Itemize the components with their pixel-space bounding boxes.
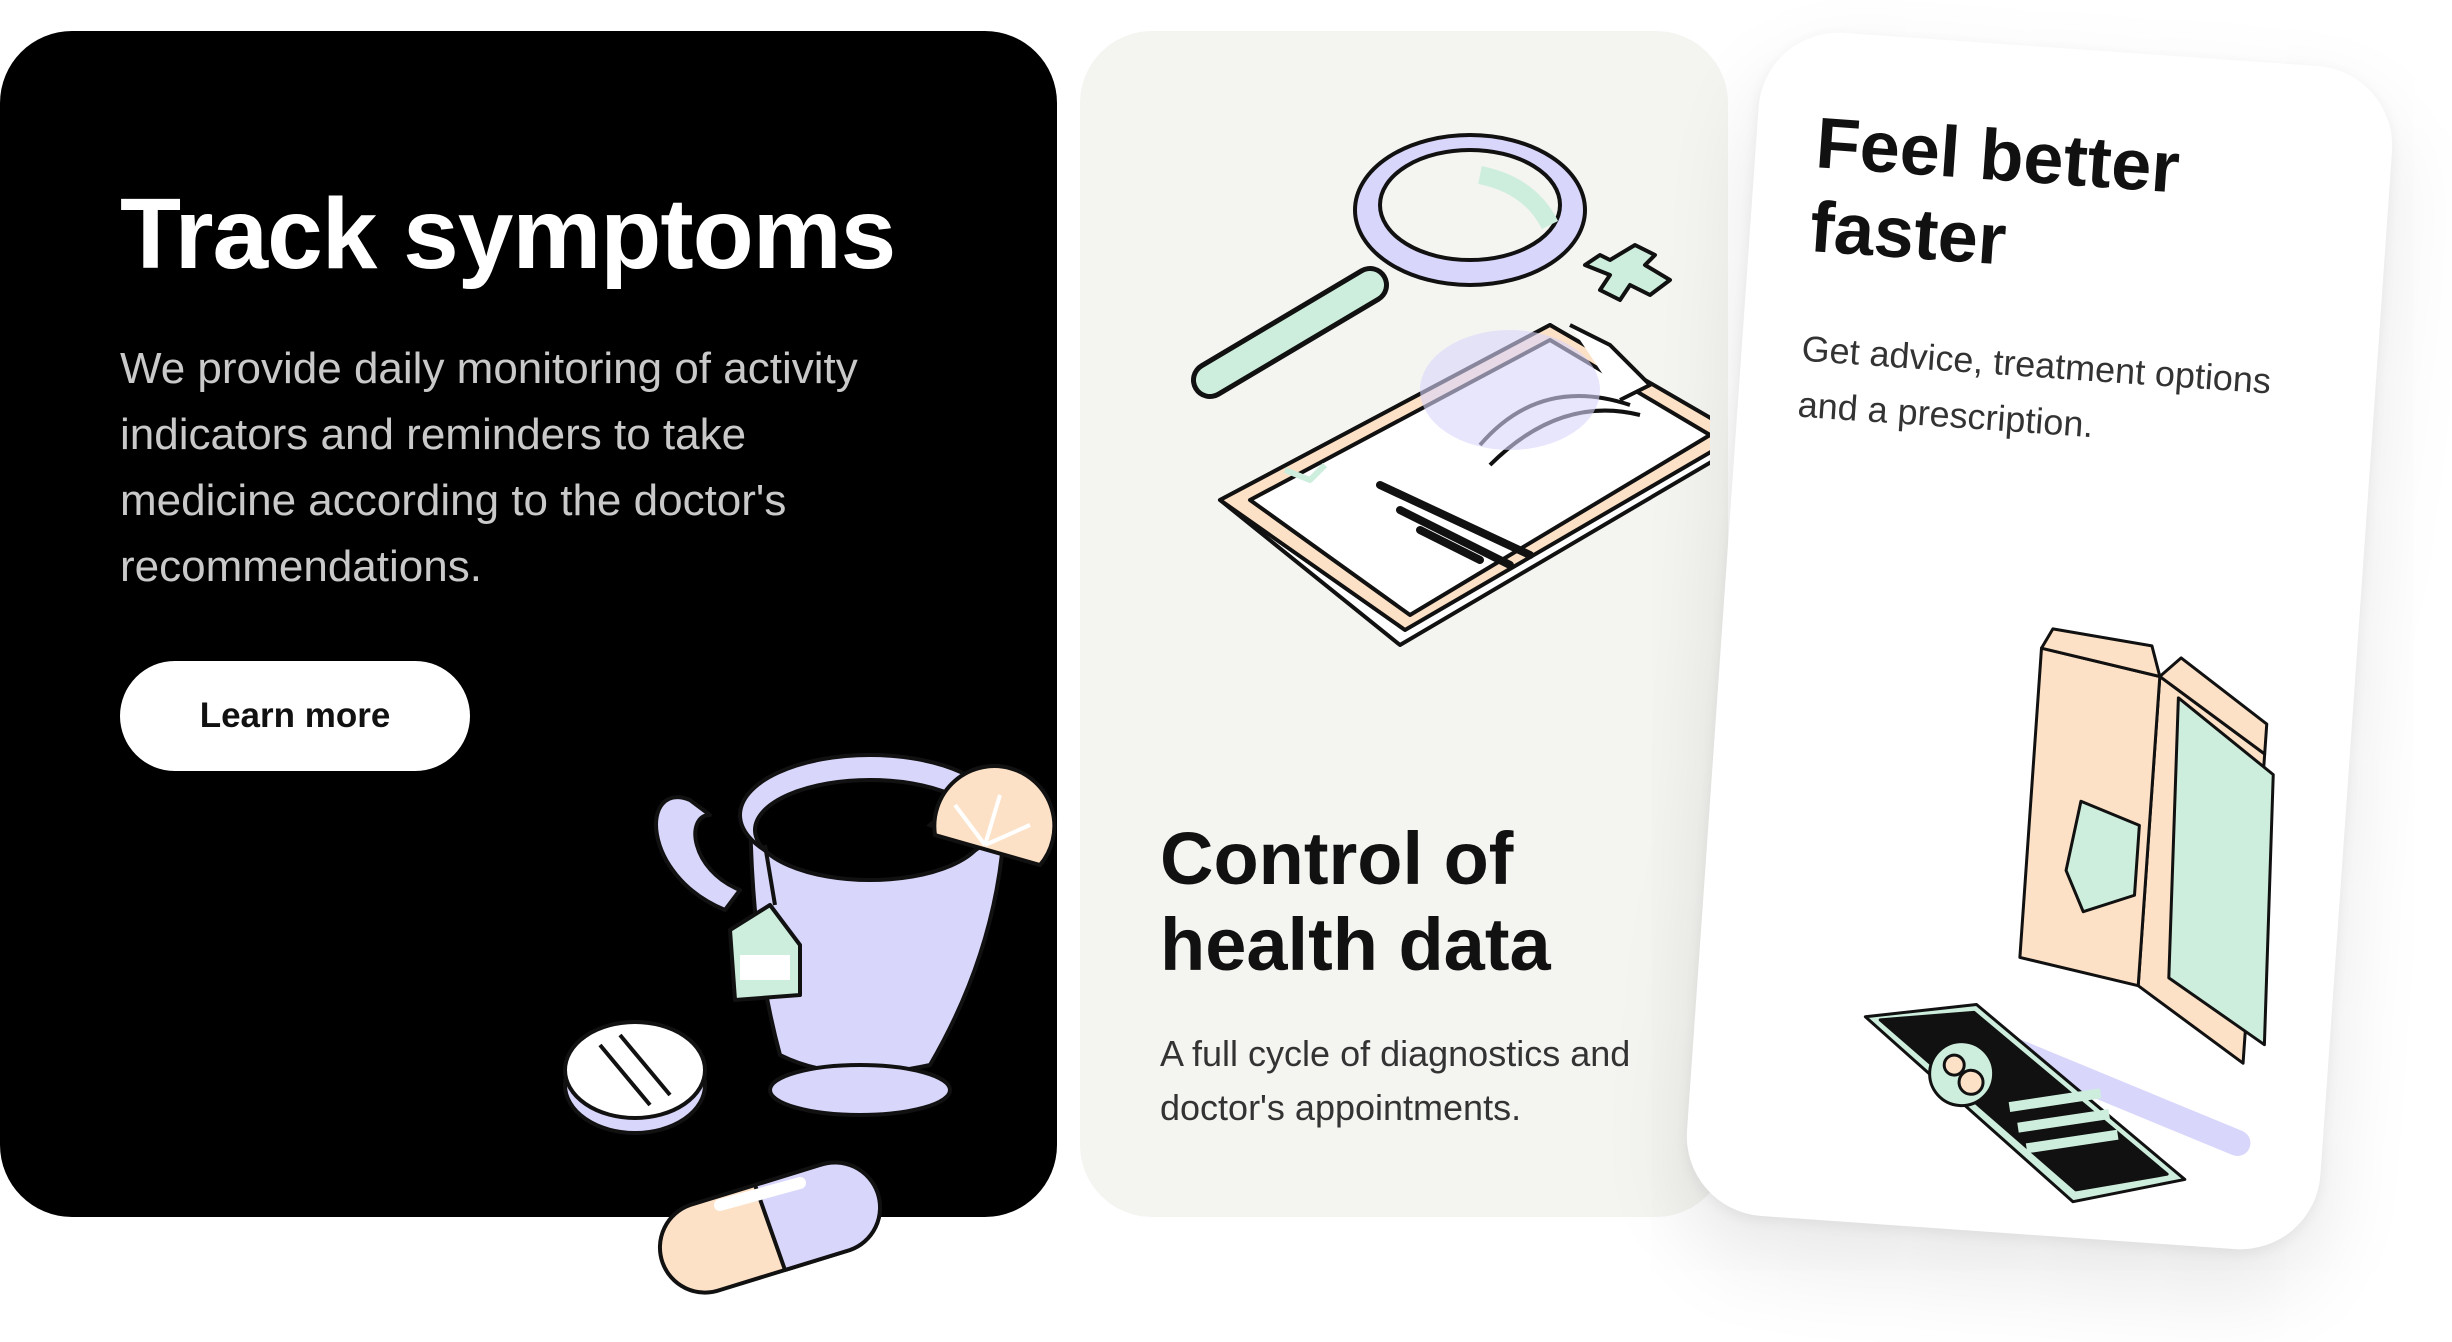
- folder-phone-illustration: [1863, 627, 2275, 1204]
- card-title: Track symptoms: [120, 178, 896, 290]
- pill-icon: [563, 1020, 707, 1135]
- cross-icon: [1583, 243, 1672, 302]
- feel-better-card: Feel better faster Get advice, treatment…: [1681, 27, 2398, 1255]
- card-description: Get advice, treatment options and a pres…: [1796, 327, 2273, 446]
- learn-more-button[interactable]: Learn more: [120, 661, 470, 771]
- card-description: A full cycle of diagnostics and doctor's…: [1160, 1033, 1631, 1128]
- card-title: Feel better faster: [1807, 103, 2183, 281]
- clipboard-magnifier-illustration: [1191, 133, 1710, 647]
- clipboard-icon: [1218, 323, 1710, 647]
- tea-and-pills-illustration: [563, 753, 1057, 1295]
- capsule-icon: [657, 1160, 883, 1295]
- folder-icon: [2018, 627, 2275, 1065]
- card-title: Control of health data: [1160, 817, 1551, 986]
- card-description: We provide daily monitoring of activity …: [120, 344, 858, 591]
